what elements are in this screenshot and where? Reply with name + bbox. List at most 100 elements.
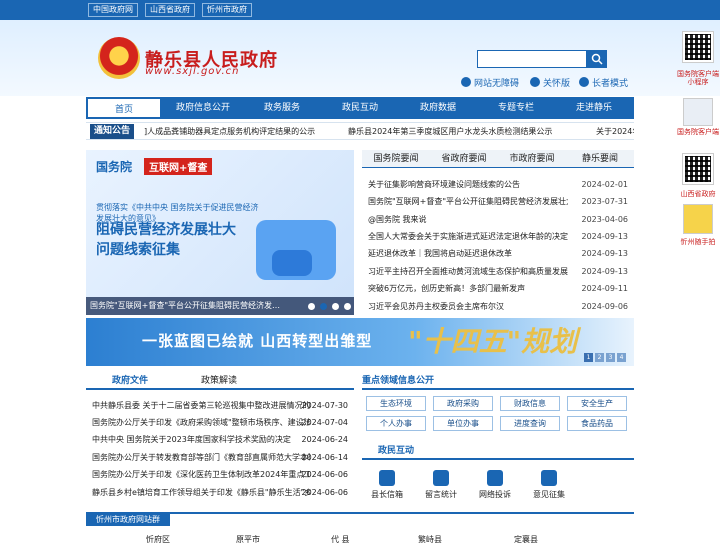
elder-icon [579, 77, 589, 87]
document-item[interactable]: 国务院办公厅关于转发教育部等部门《教育部直属师范大学本研... 2024-06-1… [86, 449, 354, 466]
news-date: 2024-09-06 [581, 302, 629, 311]
news-title: @国务院 我来说 [368, 215, 427, 224]
app-icon[interactable] [683, 204, 713, 234]
side-panel: 国务院客户端小程序 国务院客户端 山西省政府 忻州随手拍 [676, 28, 720, 268]
link-china-gov[interactable]: 中国政府网 [88, 3, 138, 17]
side-label[interactable]: 忻州随手拍 [676, 238, 720, 246]
news-carousel[interactable]: 国务院 互联网+督查 贯彻落实《中共中央 国务院关于促进民营经济发展壮大的意见》… [86, 150, 354, 315]
document-title: 中共中央 国务院关于2023年度国家科学技术奖励的决定 [92, 435, 291, 444]
document-item[interactable]: 静乐县乡村e镇培育工作领导组关于印发《静乐县"静乐生活"乡... 2024-06-… [86, 484, 354, 501]
news-date: 2024-09-11 [581, 284, 629, 293]
banner-page-button[interactable]: 3 [606, 353, 615, 362]
nav-about[interactable]: 走进静乐 [556, 97, 632, 119]
key-area-button[interactable]: 食品药品 [567, 416, 627, 431]
nav-home[interactable]: 首页 [86, 97, 162, 119]
document-date: 2024-07-30 [301, 401, 349, 410]
news-item[interactable]: 习近平会见苏丹主权委员会主席布尔汉 2024-09-06 [362, 298, 634, 315]
qr-code-icon[interactable] [682, 153, 714, 185]
state-council-logo[interactable] [683, 98, 713, 126]
tab-state-council[interactable]: 国务院要闻 [362, 150, 430, 168]
banner-page-button[interactable]: 2 [595, 353, 604, 362]
document-item[interactable]: 中共中央 国务院关于2023年度国家科学技术奖励的决定 2024-06-24 [86, 431, 354, 448]
complaint-icon [487, 470, 503, 486]
carousel-dot-active[interactable] [320, 303, 327, 310]
elder-mode-label: 长者模式 [592, 79, 629, 89]
document-title: 国务院办公厅关于转发教育部等部门《教育部直属师范大学本研... [92, 453, 310, 462]
side-label[interactable]: 国务院客户端 [676, 128, 720, 136]
document-item[interactable]: 国务院办公厅关于印发《深化医药卫生体制改革2024年重点工作... 2024-06… [86, 466, 354, 483]
nav-services[interactable]: 政务服务 [244, 97, 320, 119]
opinion-collection-link[interactable]: 意见征集 [524, 470, 574, 500]
tab-jingle[interactable]: 静乐要闻 [566, 150, 634, 168]
message-stats-link[interactable]: 留言统计 [416, 470, 466, 500]
key-area-button[interactable]: 进度查询 [500, 416, 560, 431]
key-area-button[interactable]: 财政信息 [500, 396, 560, 411]
news-title: 国务院"互联网+督查"平台公开征集阻碍民营经济发展壮大问题... [368, 197, 568, 206]
carousel-dot[interactable] [308, 303, 315, 310]
promo-banner[interactable]: 一张蓝图已绘就 山西转型出雏型 "十四五"规划 1 2 3 4 [86, 318, 634, 366]
message-stats-label: 留言统计 [425, 490, 457, 499]
banner-page-button[interactable]: 4 [617, 353, 626, 362]
site-domain: www.sxjl.gov.cn [145, 66, 240, 77]
key-area-button[interactable]: 单位办事 [433, 416, 493, 431]
news-item[interactable]: 习近平主持召开全面推动黄河流域生态保护和高质量发展座谈会 2024-09-13 [362, 263, 634, 280]
key-area-button[interactable]: 生态环境 [366, 396, 426, 411]
online-complaint-label: 网络投诉 [479, 490, 511, 499]
search-button[interactable] [587, 50, 607, 68]
news-item[interactable]: 国务院"互联网+督查"平台公开征集阻碍民营经济发展壮大问题... 2023-07-… [362, 193, 634, 210]
document-date: 2024-06-14 [301, 453, 349, 462]
carousel-dot[interactable] [332, 303, 339, 310]
document-title: 静乐县乡村e镇培育工作领导组关于印发《静乐县"静乐生活"乡... [92, 488, 310, 497]
side-label[interactable]: 山西省政府 [676, 190, 720, 198]
nav-topics[interactable]: 专题专栏 [478, 97, 554, 119]
side-label[interactable]: 国务院客户端小程序 [676, 70, 720, 86]
news-date: 2023-04-06 [581, 215, 629, 224]
news-date: 2024-09-13 [581, 232, 629, 241]
key-area-button[interactable]: 个人办事 [366, 416, 426, 431]
news-title: 全国人大常委会关于实施渐进式延迟法定退休年龄的决定 [368, 232, 568, 241]
news-item[interactable]: 延迟退休改革｜我国将启动延迟退休改革 2024-09-13 [362, 245, 634, 262]
news-title: 习近平主持召开全面推动黄河流域生态保护和高质量发展座谈会 [368, 267, 568, 276]
news-item[interactable]: 关于征集影响营商环境建设问题线索的公告 2024-02-01 [362, 176, 634, 193]
tab-policy-interpretation[interactable]: 政策解读 [201, 372, 237, 390]
tab-city[interactable]: 市政府要闻 [498, 150, 566, 168]
link-shanxi-gov[interactable]: 山西省政府 [145, 3, 195, 17]
document-item[interactable]: 中共静乐县委 关于十二届省委第三轮巡视集中整改进展情况的通报 2024-07-30 [86, 397, 354, 414]
news-date: 2024-09-13 [581, 267, 629, 276]
notice-item[interactable]: 关于2024年 [596, 126, 634, 137]
news-item[interactable]: 突破6万亿元，创历史新高！多部门最新发声 2024-09-11 [362, 280, 634, 297]
nav-data[interactable]: 政府数据 [400, 97, 476, 119]
key-area-button[interactable]: 安全生产 [567, 396, 627, 411]
document-date: 2024-06-24 [301, 435, 349, 444]
banner-page-button[interactable]: 1 [584, 353, 593, 362]
tab-gov-documents[interactable]: 政府文件 [112, 372, 148, 390]
key-areas-title: 重点领域信息公开 [362, 376, 435, 386]
accessibility-icon [461, 77, 471, 87]
news-tabs: 国务院要闻 省政府要闻 市政府要闻 静乐要闻 [362, 150, 634, 168]
news-item[interactable]: @国务院 我来说 2023-04-06 [362, 211, 634, 228]
banner-text: 一张蓝图已绘就 山西转型出雏型 [142, 332, 373, 350]
tab-province[interactable]: 省政府要闻 [430, 150, 498, 168]
carousel-dot[interactable] [344, 303, 351, 310]
key-area-button[interactable]: 政府采购 [433, 396, 493, 411]
policy-tabs: 政府文件 政策解读 [86, 372, 354, 390]
notice-item[interactable]: ]人成品粪铺助器具定点服务机构评定结果的公示 [144, 126, 315, 137]
accessibility-link[interactable]: 网站无障碍 [461, 76, 519, 89]
qr-code-icon[interactable] [682, 31, 714, 63]
nav-gov-info[interactable]: 政府信息公开 [164, 97, 242, 119]
top-bar: 中国政府网 山西省政府 忻州市政府 [0, 0, 720, 20]
online-complaint-link[interactable]: 网络投诉 [470, 470, 520, 500]
document-item[interactable]: 国务院办公厅关于印发《政府采购领域"整顿市场秩序、建设法... 2024-07-0… [86, 414, 354, 431]
mayor-mailbox-link[interactable]: 县长信箱 [362, 470, 412, 500]
interaction-header: 政民互动 [362, 442, 634, 460]
news-date: 2024-02-01 [581, 180, 629, 189]
carousel-brand: 国务院 [96, 160, 133, 174]
nav-interaction[interactable]: 政民互动 [322, 97, 398, 119]
link-xinzhou-gov[interactable]: 忻州市政府 [202, 3, 252, 17]
notice-item[interactable]: 静乐县2024年第三季度城区用户水龙头水质检测结果公示 [348, 126, 552, 137]
opinion-collection-label: 意见征集 [533, 490, 565, 499]
news-item[interactable]: 全国人大常委会关于实施渐进式延迟法定退休年龄的决定 2024-09-13 [362, 228, 634, 245]
elder-mode-link[interactable]: 长者模式 [579, 76, 628, 89]
care-mode-link[interactable]: 关怀版 [530, 76, 570, 89]
search-input[interactable] [477, 50, 587, 68]
